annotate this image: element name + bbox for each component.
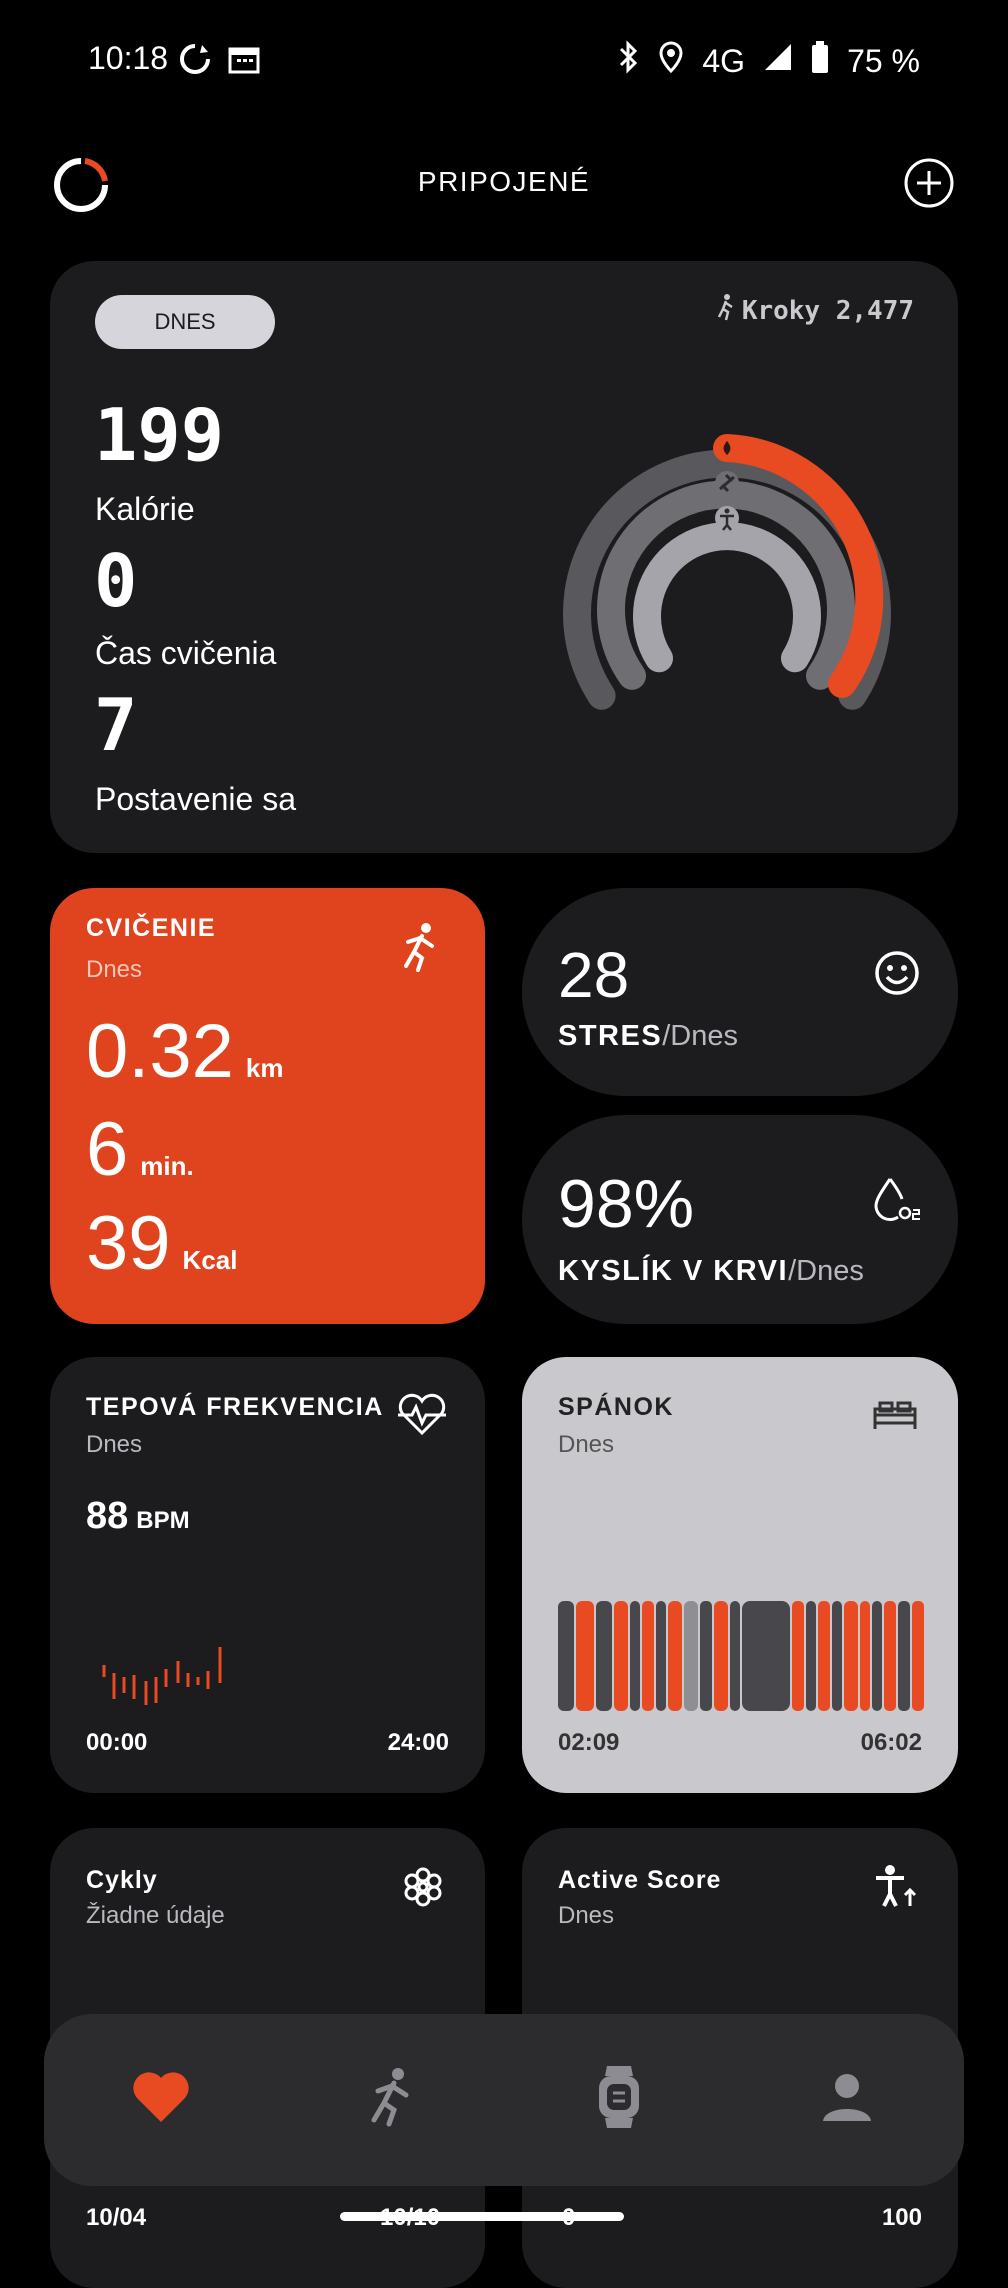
stand-label: Postavenie sa [95, 781, 297, 817]
heart-value-row: 88 BPM [86, 1495, 190, 1538]
signal-icon [763, 42, 793, 80]
exercise-duration-value: 6 [86, 1107, 129, 1192]
distance-unit: km [245, 1053, 284, 1083]
calories-value: 199 [94, 393, 225, 477]
smiley-icon [874, 950, 920, 1001]
oxygen-drop-icon [872, 1175, 922, 1230]
running-icon [366, 2067, 416, 2132]
exercise-duration-unit: min. [140, 1151, 194, 1181]
stress-card[interactable]: 28 STRES/Dnes [522, 888, 958, 1096]
status-bar: 10:18 4G 75 % [0, 40, 1008, 84]
heart-title: TEPOVÁ FREKVENCIA [86, 1393, 384, 1421]
sleep-title: SPÁNOK [558, 1393, 674, 1421]
sleep-start-time: 02:09 [558, 1729, 620, 1756]
exercise-subtitle: Dnes [86, 956, 143, 983]
steps-badge: Kroky 2,477 [716, 293, 914, 328]
bed-icon [872, 1399, 918, 1436]
steps-text: Kroky 2,477 [741, 295, 914, 326]
active-score-title: Active Score [558, 1866, 722, 1894]
exercise-title: CVIČENIE [86, 914, 217, 942]
oxygen-value: 98% [558, 1166, 695, 1242]
heart-start-time: 00:00 [86, 1729, 148, 1756]
steps-icon [716, 293, 736, 328]
distance-row: 0.32 km [86, 1008, 284, 1095]
tab-today[interactable]: DNES [95, 295, 275, 349]
activity-rings [563, 434, 891, 710]
heart-subtitle: Dnes [86, 1431, 143, 1458]
blood-oxygen-card[interactable]: 98% KYSLÍK V KRVI/Dnes [522, 1115, 958, 1324]
battery-icon [811, 41, 829, 81]
heart-rate-card[interactable]: TEPOVÁ FREKVENCIA Dnes 88 BPM 00:00 24:0… [50, 1357, 485, 1793]
heart-pulse-icon [396, 1393, 448, 1442]
kcal-row: 39 Kcal [86, 1200, 237, 1287]
stress-label: STRES [558, 1020, 663, 1052]
stand-value: 7 [94, 683, 138, 767]
bluetooth-icon [616, 40, 640, 82]
exercise-time-label: Čas cvičenia [95, 635, 277, 671]
sleep-stage-chart [558, 1601, 924, 1711]
bottom-navigation [44, 2014, 964, 2186]
oxygen-label-row: KYSLÍK V KRVI/Dnes [558, 1255, 864, 1288]
active-score-footer-right: 100 [881, 2204, 922, 2231]
page-title: PRIPOJENÉ [417, 166, 591, 197]
exercise-time-value: 0 [94, 539, 138, 623]
profile-icon [821, 2071, 873, 2128]
running-icon [400, 922, 440, 977]
exercise-kcal-unit: Kcal [182, 1245, 238, 1275]
sync-icon [178, 42, 212, 84]
nav-profile[interactable] [802, 2054, 892, 2144]
oxygen-label: KYSLÍK V KRVI [558, 1255, 789, 1287]
home-indicator[interactable] [340, 2212, 624, 2221]
time-row: 6 min. [86, 1106, 194, 1193]
heart-rate-chart [102, 1647, 222, 1705]
calories-label: Kalórie [95, 491, 195, 527]
battery-level: 75 % [847, 42, 920, 79]
stress-suffix: /Dnes [662, 1020, 738, 1052]
sleep-end-time: 06:02 [860, 1729, 922, 1756]
status-right-group: 4G 75 % [616, 40, 920, 82]
distance-value: 0.32 [86, 1009, 234, 1094]
nav-device[interactable] [574, 2054, 664, 2144]
sleep-card[interactable]: SPÁNOK Dnes 02:09 06:02 [522, 1357, 958, 1793]
heart-icon [131, 2070, 191, 2129]
oxygen-suffix: /Dnes [788, 1255, 864, 1287]
location-icon [658, 40, 684, 82]
stress-value: 28 [558, 939, 630, 1011]
nav-workouts[interactable] [346, 2054, 436, 2144]
active-score-subtitle: Dnes [558, 1902, 615, 1929]
cycles-subtitle: Žiadne údaje [86, 1902, 225, 1929]
heart-unit: BPM [136, 1507, 190, 1534]
network-type: 4G [702, 42, 746, 79]
ring-icons [715, 436, 739, 531]
active-person-icon [872, 1864, 918, 1915]
nav-health[interactable] [116, 2054, 206, 2144]
stress-label-row: STRES/Dnes [558, 1020, 738, 1053]
heart-value: 88 [86, 1495, 129, 1537]
flower-icon [402, 1866, 444, 1913]
watch-icon [595, 2065, 643, 2133]
exercise-card[interactable]: CVIČENIE Dnes 0.32 km 6 min. 39 Kcal [50, 888, 485, 1324]
cycles-title: Cykly [86, 1866, 158, 1894]
exercise-kcal-value: 39 [86, 1201, 171, 1286]
sleep-subtitle: Dnes [558, 1431, 615, 1458]
activity-summary-card[interactable]: DNES Kroky 2,477 199 Kalórie 0 Čas cviče… [50, 261, 958, 853]
heart-end-time: 24:00 [387, 1729, 449, 1756]
status-time: 10:18 [88, 40, 169, 76]
calendar-icon [228, 44, 260, 82]
add-icon[interactable] [903, 157, 955, 214]
cycles-footer-date: 10/04 [86, 2204, 147, 2231]
